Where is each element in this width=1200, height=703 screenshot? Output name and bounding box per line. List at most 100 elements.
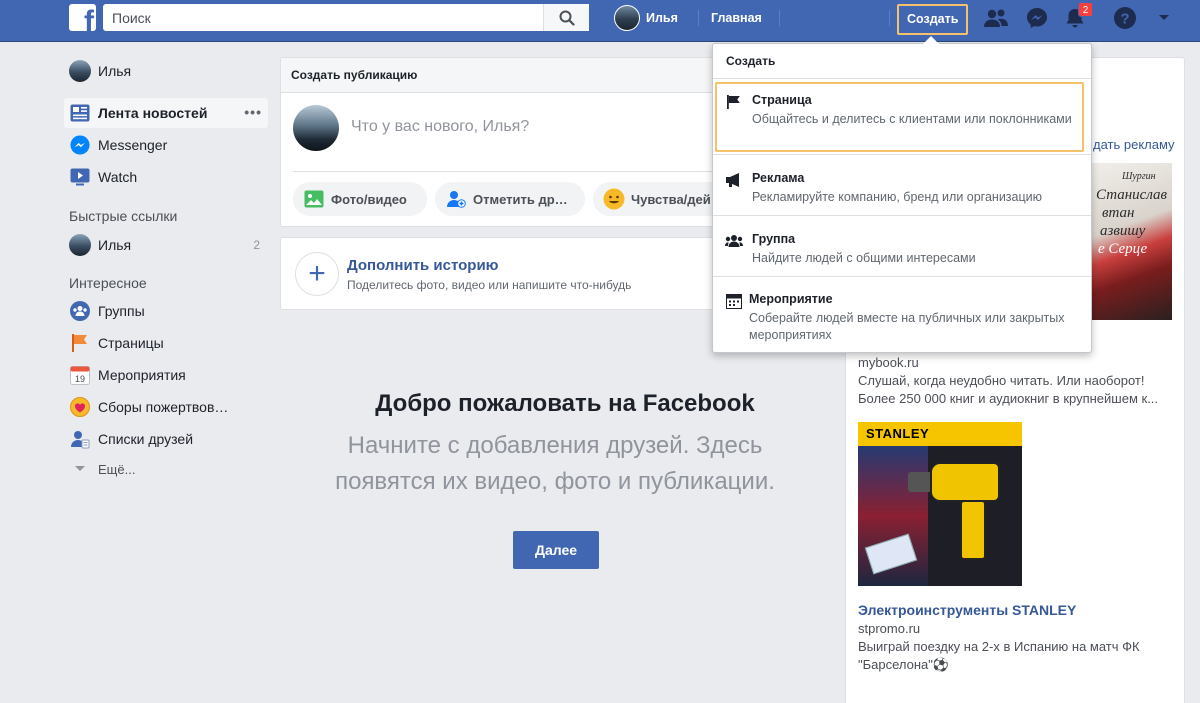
group-people-icon [725, 232, 743, 250]
nav-profile-link[interactable]: Илья [614, 0, 678, 36]
sidebar-item-label: Мероприятия [98, 367, 186, 383]
avatar [293, 105, 339, 151]
story-title: Дополнить историю [347, 257, 499, 274]
sidebar-item-profile[interactable]: Илья [64, 56, 268, 86]
quick-links-heading: Быстрые ссылки [69, 208, 178, 224]
sidebar-item-label: Messenger [98, 137, 168, 153]
sidebar-item-news-feed[interactable]: Лента новостей ••• [64, 98, 268, 128]
stanley-logo: STANLEY [866, 426, 930, 441]
menu-item-ad[interactable]: Реклама Рекламируйте компанию, бренд или… [713, 167, 1091, 212]
feeling-activity-button[interactable]: Чувства/дей… [593, 182, 727, 216]
next-button[interactable]: Далее [513, 531, 599, 569]
more-options-icon[interactable]: ••• [244, 105, 262, 119]
avatar [614, 5, 640, 31]
sidebar-item-label: Сборы пожертвов… [98, 399, 229, 415]
help-icon[interactable]: ? [1112, 6, 1138, 30]
sidebar-item-fundraisers[interactable]: Сборы пожертвов… [64, 392, 268, 422]
sidebar-item-label: Илья [98, 237, 132, 253]
composer-button-label: Отметить др… [473, 191, 568, 207]
menu-item-description: Соберайте людей вместе на публичных или … [749, 311, 1065, 342]
sidebar-item-groups[interactable]: Группы [64, 296, 268, 326]
divider [713, 78, 1091, 79]
sidebar-item-events[interactable]: 19 Мероприятия [64, 360, 268, 390]
highlight-box-page-item [715, 82, 1084, 152]
story-subtitle: Поделитесь фото, видео или напишите что-… [347, 278, 632, 292]
create-ad-link[interactable]: дать рекламу [1093, 137, 1175, 152]
menu-item-title: Реклама [752, 171, 805, 185]
events-calendar-icon: 19 [69, 364, 91, 386]
sidebar-item-label: Списки друзей [98, 431, 194, 447]
nav-home-link[interactable]: Главная [711, 0, 762, 36]
friend-lists-icon [69, 428, 91, 450]
news-feed-icon [69, 102, 91, 124]
groups-icon [69, 300, 91, 322]
sidebar-item-watch[interactable]: Watch [64, 162, 268, 192]
plus-icon: + [295, 252, 339, 296]
chevron-down-icon [69, 458, 91, 480]
avatar [69, 60, 91, 82]
ad2-text-line-2: "Барселона"⚽ [858, 657, 950, 672]
profile-name: Илья [646, 11, 678, 25]
menu-item-event[interactable]: Мероприятие Соберайте людей вместе на пу… [713, 288, 1091, 346]
top-navigation-bar: f Илья Главная Создать 2 ? [0, 0, 1200, 42]
divider [713, 154, 1091, 155]
friend-requests-icon[interactable] [983, 6, 1009, 30]
tag-friends-icon [445, 188, 467, 210]
menu-item-group[interactable]: Группа Найдите людей с общими интересами [713, 228, 1091, 273]
sidebar-item-label: Ещё... [98, 461, 136, 477]
search-box [103, 4, 589, 31]
divider [713, 276, 1091, 277]
tag-friends-button[interactable]: Отметить др… [435, 182, 585, 216]
messenger-icon [69, 134, 91, 156]
ad1-domain[interactable]: mybook.ru [858, 355, 919, 370]
sidebar-item-quick-link[interactable]: Илья 2 [64, 230, 268, 260]
welcome-subtitle: Начните с добавления друзей. Здесь появя… [335, 432, 775, 495]
ad2-domain[interactable]: stpromo.ru [858, 621, 920, 636]
photo-video-button[interactable]: Фото/видео [293, 182, 427, 216]
search-icon [559, 10, 575, 26]
watch-icon [69, 166, 91, 188]
menu-item-description: Рекламируйте компанию, бренд или организ… [752, 190, 1042, 204]
sidebar-item-label: Илья [98, 63, 132, 79]
megaphone-icon [725, 171, 743, 189]
nav-create-button[interactable]: Создать [897, 4, 969, 35]
sidebar-item-friend-lists[interactable]: Списки друзей [64, 424, 268, 454]
account-menu-chevron-down-icon[interactable] [1151, 6, 1177, 30]
event-calendar-icon [725, 292, 743, 310]
menu-item-description: Найдите людей с общими интересами [752, 251, 976, 265]
drill-body [930, 462, 1000, 502]
svg-text:?: ? [1120, 11, 1129, 28]
sidebar-item-label: Лента новостей [98, 105, 208, 121]
sidebar-item-label: Группы [98, 303, 145, 319]
menu-item-title: Мероприятие [749, 292, 833, 306]
fundraiser-icon [69, 396, 91, 418]
stanley-ad-image[interactable]: STANLEY [858, 422, 1022, 586]
composer-text-input[interactable]: Что у вас нового, Илья? [351, 118, 529, 136]
ad2-title-link[interactable]: Электроинструменты STANLEY [858, 602, 1076, 618]
sidebar-item-label: Watch [98, 169, 138, 185]
search-button[interactable] [543, 4, 589, 31]
photo-icon [303, 188, 325, 210]
nav-divider [698, 10, 699, 26]
sidebar-more-link[interactable]: Ещё... [64, 454, 268, 484]
welcome-title: Добро пожаловать на Facebook [375, 390, 755, 417]
mybook-ad-image[interactable]: Шургин Станислав втан азвишу е Серце [1092, 163, 1172, 320]
interests-heading: Интересное [69, 275, 147, 291]
pages-flag-icon [69, 332, 91, 354]
search-input[interactable] [104, 5, 544, 30]
sidebar-item-label: Страницы [98, 335, 164, 351]
ad2-text-line-1: Выиграй поездку на 2-х в Испанию на матч… [858, 639, 1140, 654]
nav-divider [889, 10, 890, 26]
sidebar-item-pages[interactable]: Страницы [64, 328, 268, 358]
messenger-icon[interactable] [1024, 6, 1050, 30]
svg-text:19: 19 [75, 374, 85, 384]
facebook-logo[interactable]: f [69, 4, 96, 31]
feeling-emoji-icon [603, 188, 625, 210]
nav-divider [779, 10, 780, 26]
menu-item-title: Группа [752, 232, 796, 246]
ad1-text-line-2: Более 250 000 книг и аудиокниг в крупней… [858, 391, 1159, 406]
ad1-text-line-1: Слушай, когда неудобно читать. Или наобо… [858, 373, 1145, 388]
dropdown-title: Создать [726, 54, 776, 68]
sidebar-item-messenger[interactable]: Messenger [64, 130, 268, 160]
drill-handle [960, 500, 986, 560]
